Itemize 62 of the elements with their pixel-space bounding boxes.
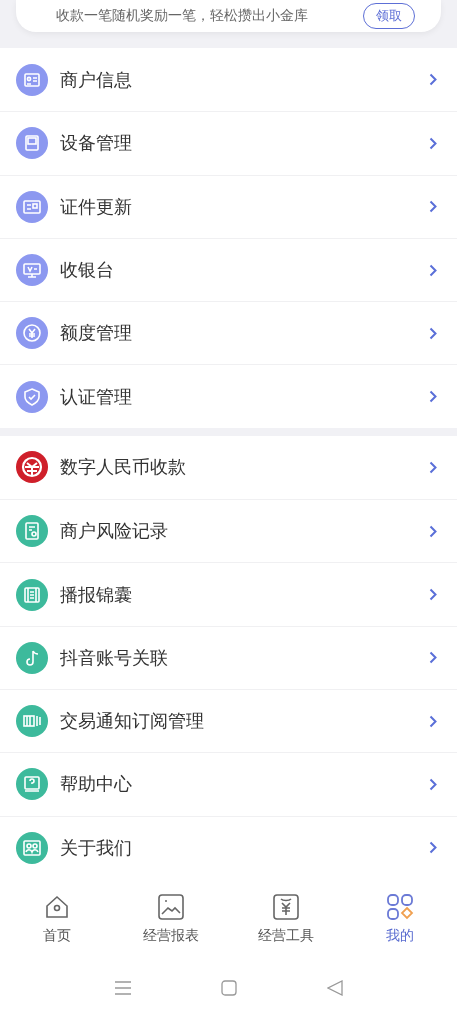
menu-label: 收银台: [60, 258, 115, 283]
menu-item[interactable]: 抖音账号关联: [0, 625, 457, 689]
menu-item[interactable]: 额度管理: [0, 301, 457, 365]
menu-item[interactable]: 收银台: [0, 237, 457, 302]
home-button-icon[interactable]: [220, 980, 237, 997]
certificate-icon: [16, 190, 48, 223]
chevron-icon: [429, 326, 437, 340]
image-icon: [157, 892, 186, 921]
document-icon: [16, 515, 48, 548]
id-card-icon: [16, 63, 48, 96]
nav-tab[interactable]: 经营工具: [230, 892, 341, 945]
chevron-icon: [429, 651, 437, 665]
chevron-icon: [429, 73, 437, 87]
note-icon: [16, 641, 48, 674]
device-icon: [16, 127, 48, 160]
menu-label: 认证管理: [60, 384, 133, 409]
chevron-icon: [429, 777, 437, 791]
menu-item[interactable]: 帮助中心: [0, 752, 457, 816]
yuan-icon: [16, 317, 48, 350]
chevron-icon: [429, 200, 437, 214]
chevron-icon: [429, 841, 437, 855]
scroll-icon: [16, 578, 48, 611]
menu-label: 帮助中心: [60, 772, 133, 797]
chevron-icon: [429, 460, 437, 474]
menu-item[interactable]: 商户风险记录: [0, 499, 457, 563]
chevron-icon: [429, 714, 437, 728]
chevron-icon: [429, 136, 437, 150]
menu-label: 播报锦囊: [60, 582, 133, 607]
menu-label: 商户信息: [60, 67, 133, 92]
chevron-icon: [429, 588, 437, 601]
help-icon: [16, 768, 48, 801]
nav-tab[interactable]: 首页: [2, 892, 113, 945]
menu-item[interactable]: 认证管理: [0, 364, 457, 428]
menu-label: 抖音账号关联: [60, 645, 169, 670]
menu-item[interactable]: 证件更新: [0, 174, 457, 238]
nav-tab[interactable]: 经营报表: [116, 892, 227, 945]
menu-item[interactable]: 设备管理: [0, 111, 457, 175]
claim-button[interactable]: 领取: [363, 3, 415, 29]
chevron-icon: [429, 524, 437, 538]
people-icon: [16, 831, 48, 864]
menu-icon[interactable]: [114, 981, 131, 996]
menu-item[interactable]: 商户信息: [0, 48, 457, 112]
menu-item[interactable]: 播报锦囊: [0, 562, 457, 626]
menu-label: 关于我们: [60, 835, 133, 860]
chevron-icon: [429, 263, 437, 277]
yuan-icon: [271, 892, 300, 921]
menu-item[interactable]: 关于我们: [0, 815, 457, 879]
nav-tab[interactable]: 我的: [344, 892, 455, 945]
promo-text: 收款一笔随机奖励一笔，轻松攒出小金库: [56, 7, 308, 25]
menu-item[interactable]: 交易通知订阅管理: [0, 688, 457, 753]
menu-item[interactable]: 数字人民币收款: [0, 435, 457, 500]
menu-label: 设备管理: [60, 131, 133, 156]
apps-icon: [385, 892, 414, 921]
monitor-icon: [16, 254, 48, 287]
back-icon[interactable]: [326, 980, 343, 997]
chevron-icon: [429, 390, 437, 404]
menu-label: 证件更新: [60, 194, 133, 219]
shield-icon: [16, 380, 48, 413]
menu-label: 额度管理: [60, 321, 133, 346]
menu-label: 商户风险记录: [60, 519, 169, 544]
menu-label: 交易通知订阅管理: [60, 709, 205, 734]
menu-label: 数字人民币收款: [60, 455, 187, 480]
